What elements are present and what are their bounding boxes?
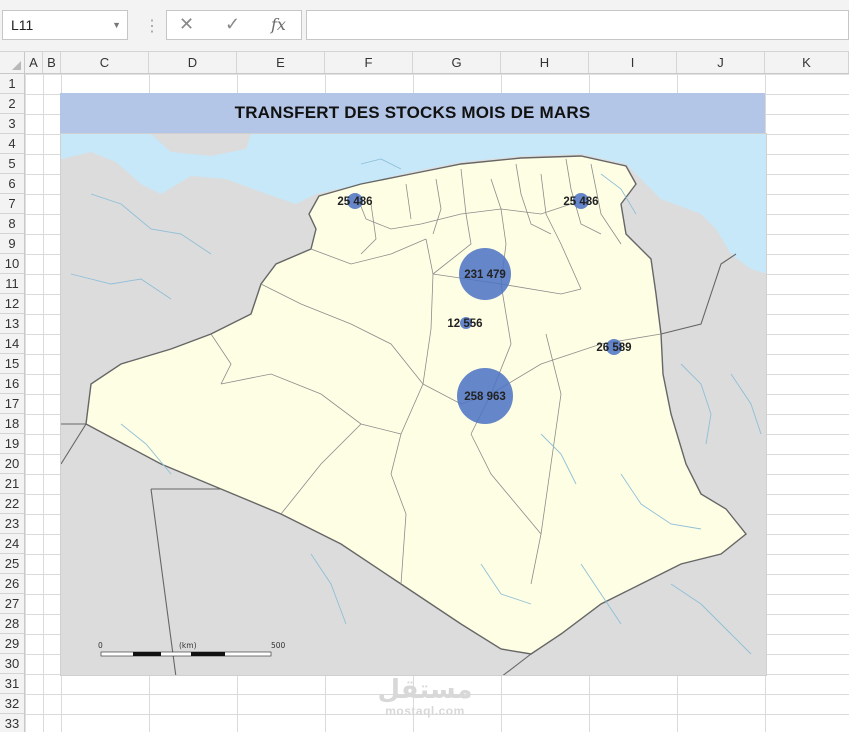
formula-input[interactable]: [306, 10, 849, 40]
row-header-24[interactable]: 24: [0, 534, 24, 554]
column-header-h[interactable]: H: [501, 52, 589, 73]
cancel-icon[interactable]: ✕: [179, 14, 194, 35]
check-icon[interactable]: ✓: [225, 14, 240, 35]
row-header-29[interactable]: 29: [0, 634, 24, 654]
row-header-16[interactable]: 16: [0, 374, 24, 394]
name-box[interactable]: L11 ▼: [2, 10, 128, 40]
grip-icon: ⋮: [144, 18, 160, 35]
map-svg: 25 486 25 486 231 479 12 556 26 589 258 …: [61, 134, 766, 675]
chart-title: TRANSFERT DES STOCKS MOIS DE MARS: [234, 103, 591, 122]
row-header-7[interactable]: 7: [0, 194, 24, 214]
row-header-30[interactable]: 30: [0, 654, 24, 674]
row-header-4[interactable]: 4: [0, 134, 24, 154]
column-header-i[interactable]: I: [589, 52, 677, 73]
row-header-8[interactable]: 8: [0, 214, 24, 234]
row-header-17[interactable]: 17: [0, 394, 24, 414]
row-header-5[interactable]: 5: [0, 154, 24, 174]
scale-start: 0: [98, 641, 103, 650]
map-chart[interactable]: 25 486 25 486 231 479 12 556 26 589 258 …: [60, 133, 767, 676]
row-header-2[interactable]: 2: [0, 94, 24, 114]
row-header-21[interactable]: 21: [0, 474, 24, 494]
row-header-22[interactable]: 22: [0, 494, 24, 514]
column-header-f[interactable]: F: [325, 52, 413, 73]
row-header-9[interactable]: 9: [0, 234, 24, 254]
bubble-label-5: 26 589: [596, 342, 631, 354]
row-header-32[interactable]: 32: [0, 694, 24, 714]
scale-end: 500: [271, 641, 286, 650]
row-header-25[interactable]: 25: [0, 554, 24, 574]
column-header-e[interactable]: E: [237, 52, 325, 73]
row-header-3[interactable]: 3: [0, 114, 24, 134]
function-icon[interactable]: fx: [271, 15, 286, 34]
bubble-label-1: 25 486: [337, 196, 372, 208]
row-header-10[interactable]: 10: [0, 254, 24, 274]
formula-buttons: ✕ ✓ fx: [166, 10, 302, 40]
chart-title-band[interactable]: TRANSFERT DES STOCKS MOIS DE MARS: [60, 93, 765, 133]
row-header-27[interactable]: 27: [0, 594, 24, 614]
row-header-14[interactable]: 14: [0, 334, 24, 354]
row-header-6[interactable]: 6: [0, 174, 24, 194]
row-header-33[interactable]: 33: [0, 714, 24, 732]
row-header-28[interactable]: 28: [0, 614, 24, 634]
bubble-label-3: 231 479: [464, 269, 506, 281]
bubble-label-6: 258 963: [464, 391, 506, 403]
watermark: مستقل mostaql.com: [370, 676, 480, 718]
row-header-20[interactable]: 20: [0, 454, 24, 474]
column-header-bar: A B C D E F G H I J K: [0, 52, 849, 74]
row-header-1[interactable]: 1: [0, 74, 24, 94]
name-box-value: L11: [11, 17, 34, 33]
column-header-a[interactable]: A: [25, 52, 43, 73]
row-header-18[interactable]: 18: [0, 414, 24, 434]
formula-bar: L11 ▼ ⋮ ✕ ✓ fx: [0, 0, 849, 52]
scale-unit: (km): [179, 641, 197, 650]
row-header-31[interactable]: 31: [0, 674, 24, 694]
column-header-c[interactable]: C: [61, 52, 149, 73]
chevron-down-icon[interactable]: ▼: [112, 20, 121, 30]
watermark-latin: mostaql.com: [385, 704, 465, 718]
column-header-j[interactable]: J: [677, 52, 765, 73]
column-header-d[interactable]: D: [149, 52, 237, 73]
row-header-15[interactable]: 15: [0, 354, 24, 374]
bubble-label-2: 25 486: [563, 196, 598, 208]
row-header-11[interactable]: 11: [0, 274, 24, 294]
select-all-button[interactable]: [0, 52, 25, 73]
row-header-23[interactable]: 23: [0, 514, 24, 534]
row-header-12[interactable]: 12: [0, 294, 24, 314]
row-header-13[interactable]: 13: [0, 314, 24, 334]
column-header-k[interactable]: K: [765, 52, 849, 73]
column-header-g[interactable]: G: [413, 52, 501, 73]
row-header-19[interactable]: 19: [0, 434, 24, 454]
watermark-arabic: مستقل: [377, 675, 473, 705]
column-header-b[interactable]: B: [43, 52, 61, 73]
row-header-26[interactable]: 26: [0, 574, 24, 594]
bubble-label-4: 12 556: [447, 318, 482, 330]
row-header-bar: 1 2 3 4 5 6 7 8 9 10 11 12 13 14 15 16 17 18 19 20 21 22 23 24 2…: [0, 74, 25, 732]
